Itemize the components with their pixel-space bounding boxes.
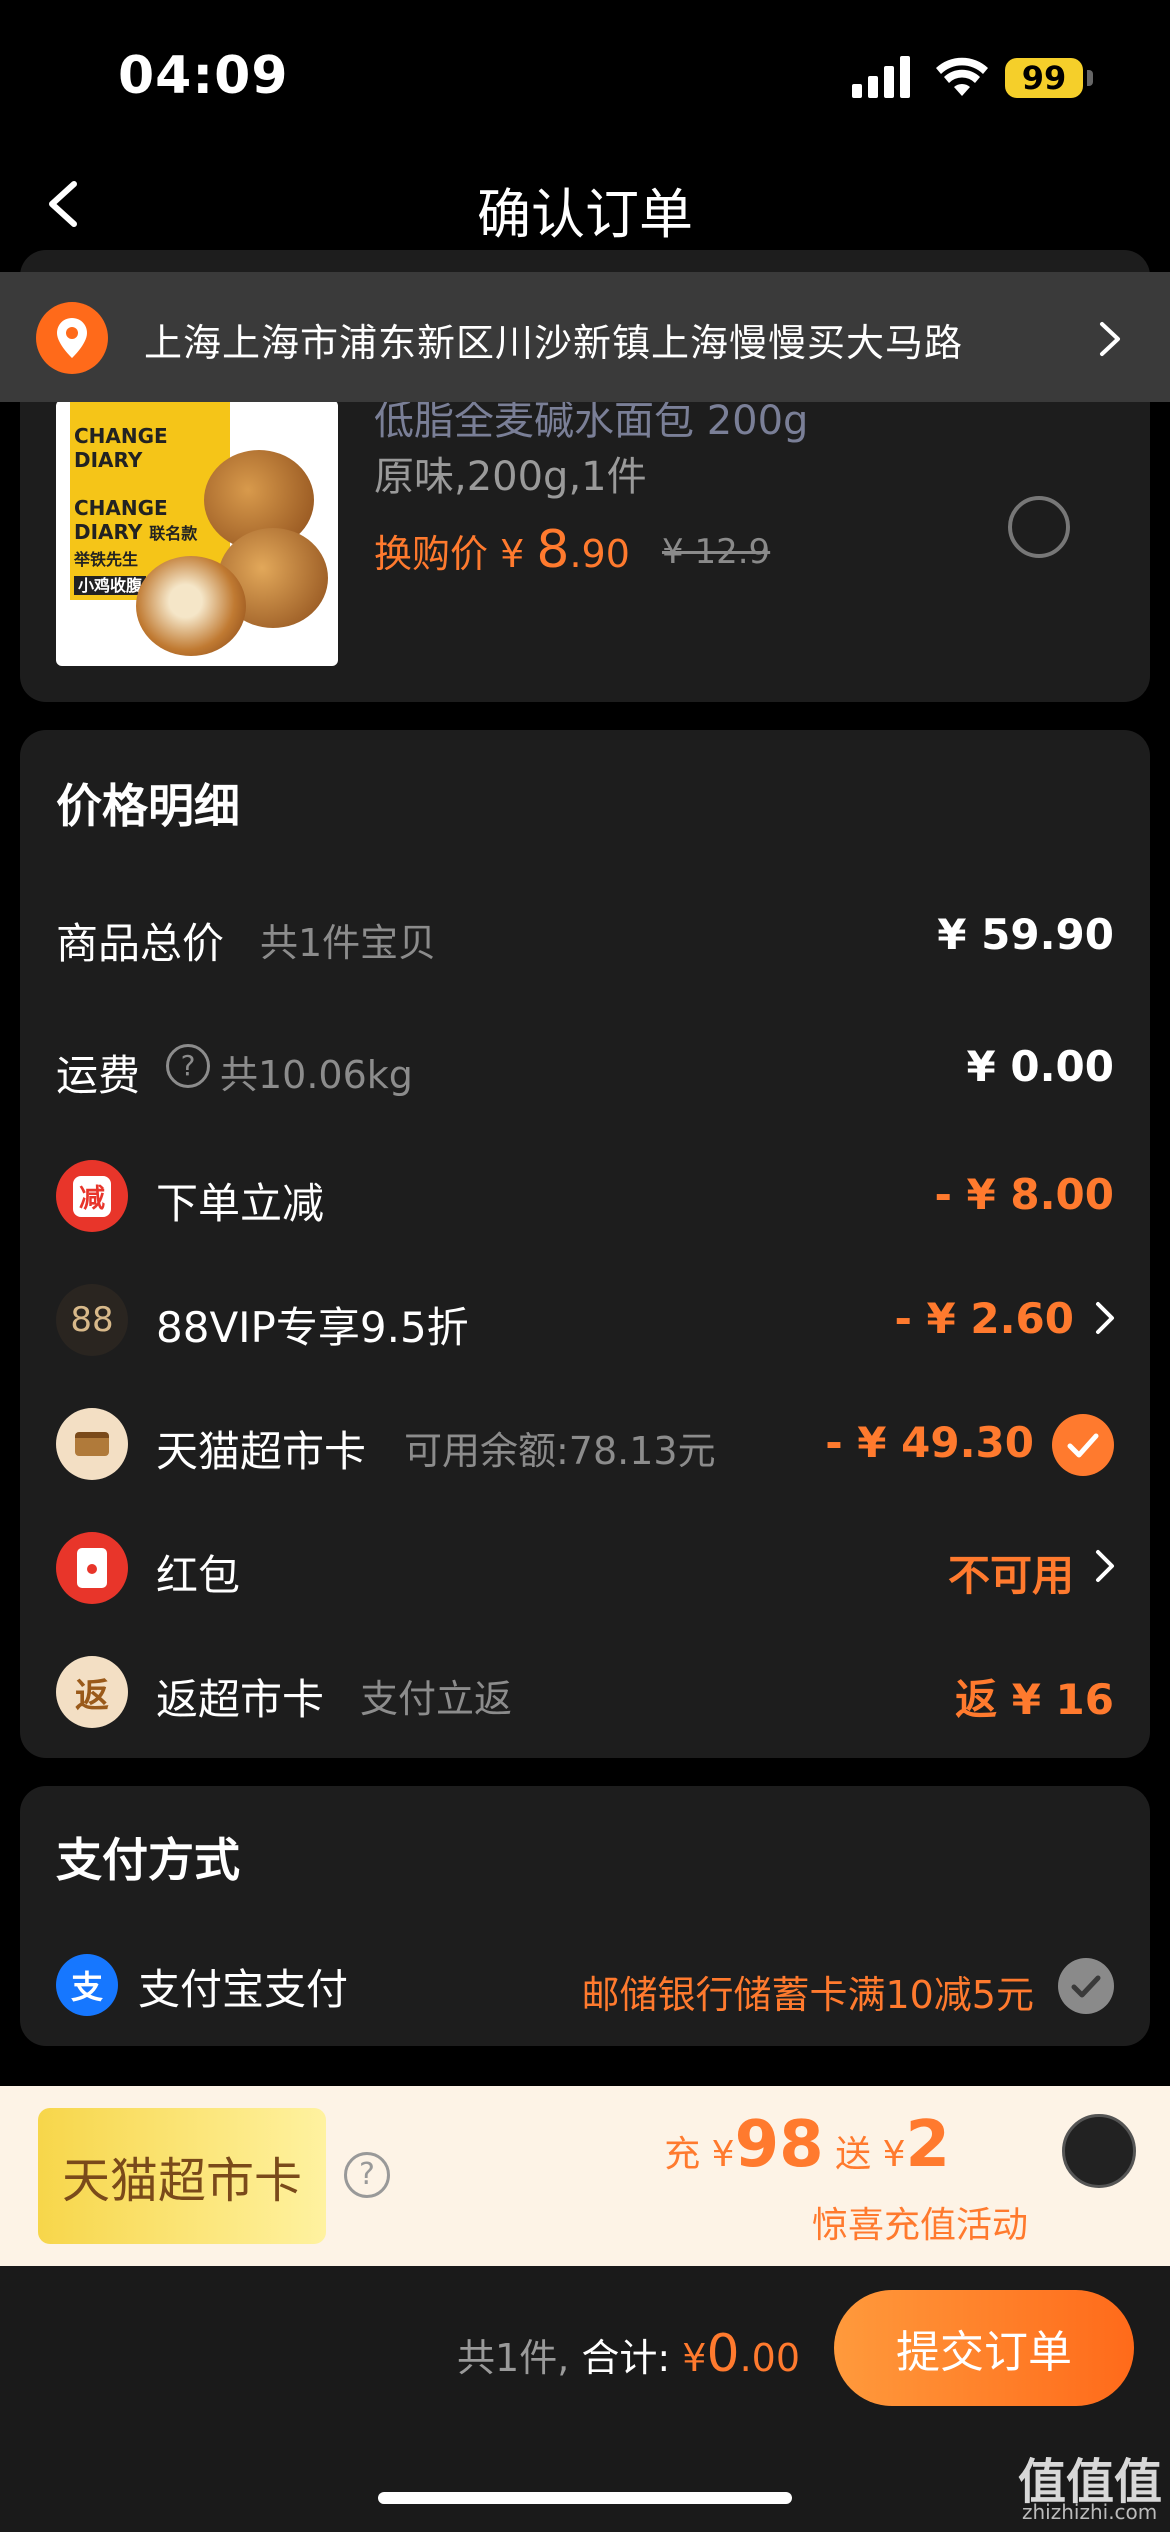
- status-time: 04:09: [118, 46, 289, 106]
- row-label-cashback: 返超市卡: [156, 1675, 325, 1724]
- cashback-icon: 返: [56, 1656, 128, 1728]
- tmall-card-icon: [56, 1408, 128, 1480]
- price-detail-title: 价格明细: [56, 779, 240, 833]
- location-pin-icon: [36, 302, 108, 374]
- row-value-subtotal: ¥ 59.90: [937, 910, 1114, 959]
- img-text: CHANGE: [74, 496, 168, 520]
- img-text: DIARY: [74, 520, 143, 544]
- promo-subtitle: 惊喜充值活动: [811, 2205, 1028, 2246]
- chevron-right-icon[interactable]: [1092, 1298, 1120, 1338]
- bonus-amount: 2: [905, 2108, 950, 2182]
- address-text: 上海上海市浦东新区川沙新镇上海慢慢买大马路: [144, 321, 964, 365]
- img-text: DIARY: [74, 448, 143, 472]
- promo-amounts: 充 ¥98 送 ¥2: [664, 2108, 950, 2182]
- total-dec: .00: [739, 2336, 800, 2380]
- img-text: CHANGE: [74, 424, 168, 448]
- battery-icon: 99: [1005, 58, 1083, 98]
- original-price: ¥ 12.9: [662, 532, 771, 572]
- img-text: 联名款: [149, 524, 198, 543]
- battery-tip: [1087, 70, 1093, 86]
- charge-currency: ¥: [711, 2134, 735, 2175]
- row-label-shipping: 运费: [56, 1051, 141, 1100]
- bonus-label: 送: [835, 2134, 872, 2175]
- product-price: 换购价 ¥ 8.90: [374, 520, 630, 580]
- item-count: 共1件,: [457, 2336, 570, 2380]
- price-label: 换购价 ¥: [374, 532, 537, 576]
- product-spec: 原味,200g,1件: [374, 454, 647, 500]
- watermark-url: zhizhizhi.com: [1022, 2500, 1158, 2524]
- checkmark-icon[interactable]: [1052, 1414, 1114, 1476]
- charge-label: 充: [664, 2134, 701, 2175]
- row-label-88vip[interactable]: 88VIP专享9.5折: [156, 1294, 469, 1355]
- order-total: 共1件, 合计: ¥0.00: [457, 2324, 800, 2384]
- row-value-red-packet: 不可用: [947, 1551, 1074, 1600]
- promo-select-radio[interactable]: [1062, 2114, 1136, 2188]
- charge-amount: 98: [734, 2108, 824, 2182]
- price-dec: .90: [569, 532, 630, 576]
- row-sub-cashback: 支付立返: [360, 1677, 513, 1721]
- row-sub-subtotal: 共1件宝贝: [260, 921, 437, 965]
- product-select-radio[interactable]: [1008, 496, 1070, 558]
- tmall-card-badge: 天猫超市卡: [38, 2108, 326, 2244]
- home-indicator[interactable]: [378, 2492, 792, 2504]
- row-value-tmall-card: - ¥ 49.30: [825, 1418, 1034, 1467]
- alipay-icon: 支: [56, 1954, 118, 2016]
- row-value-88vip: - ¥ 2.60: [894, 1294, 1074, 1343]
- discount-icon: 减: [56, 1160, 128, 1232]
- row-label-red-packet[interactable]: 红包: [156, 1542, 240, 1603]
- chevron-right-icon: [1100, 322, 1120, 356]
- submit-order-button[interactable]: 提交订单: [834, 2290, 1134, 2406]
- page-title: 确认订单: [477, 183, 693, 246]
- total-label: 合计:: [581, 2336, 671, 2380]
- payment-check-icon[interactable]: [1058, 1958, 1114, 2014]
- wifi-icon: [936, 57, 988, 96]
- signal-icon: [852, 56, 910, 98]
- payment-title: 支付方式: [56, 1833, 240, 1887]
- vip88-icon: 88: [56, 1284, 128, 1356]
- row-label-tmall-card: 天猫超市卡: [156, 1427, 367, 1476]
- row-sub-shipping: 共10.06kg: [220, 1053, 413, 1097]
- row-value-shipping: ¥ 0.00: [966, 1042, 1114, 1091]
- total-int: 0: [706, 2324, 740, 2384]
- help-icon[interactable]: ?: [344, 2152, 390, 2198]
- red-packet-icon: [56, 1532, 128, 1604]
- help-icon[interactable]: ?: [166, 1044, 210, 1088]
- row-label-instant-discount: 下单立减: [156, 1179, 325, 1228]
- payment-offer: 邮储银行储蓄卡满10减5元: [581, 1973, 1034, 2017]
- img-text: 小鸡收腹: [74, 576, 147, 595]
- product-image[interactable]: CHANGE DIARY CHANGE DIARY 联名款 举铁先生 小鸡收腹: [56, 400, 338, 666]
- row-value-instant-discount: - ¥ 8.00: [934, 1170, 1114, 1219]
- total-currency: ¥: [682, 2336, 707, 2380]
- price-detail-card: [20, 730, 1150, 1758]
- bonus-currency: ¥: [882, 2134, 906, 2175]
- row-label-subtotal: 商品总价: [56, 919, 225, 968]
- row-sub-tmall-card: 可用余额:78.13元: [404, 1429, 716, 1473]
- payment-method[interactable]: 支付宝支付: [138, 1956, 348, 2017]
- row-value-cashback: 返 ¥ 16: [955, 1675, 1114, 1724]
- price-int: 8: [536, 520, 570, 580]
- img-text: 举铁先生: [74, 550, 139, 569]
- chevron-right-icon[interactable]: [1092, 1546, 1120, 1586]
